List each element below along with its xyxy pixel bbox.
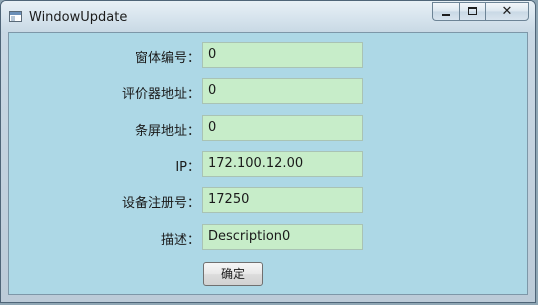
description-label: 描述： (160, 233, 200, 248)
form-row-led-screen-address: 条屏地址： 0 (9, 115, 527, 141)
window-id-input[interactable]: 0 (202, 42, 363, 68)
maximize-icon (468, 7, 477, 15)
window-id-label: 窗体编号： (134, 51, 200, 66)
window-app-icon (9, 11, 22, 22)
form-row-evaluator-address: 评价器地址： 0 (9, 78, 527, 104)
form-panel: 窗体编号： 0 评价器地址： 0 条屏地址： 0 IP： 172.100.12.… (8, 32, 528, 295)
close-button[interactable]: ✕ (485, 2, 529, 21)
led-screen-address-label: 条屏地址： (134, 124, 200, 139)
ip-input[interactable]: 172.100.12.00 (202, 151, 363, 177)
led-screen-address-input[interactable]: 0 (202, 115, 363, 141)
window: WindowUpdate ✕ 窗体编号： 0 评价器地址： 0 条屏地址： 0 (0, 0, 536, 303)
form-row-description: 描述： Description0 (9, 224, 527, 250)
device-registration-label: 设备注册号： (121, 196, 200, 211)
close-icon: ✕ (501, 4, 513, 19)
minimize-button[interactable] (432, 2, 459, 21)
ip-label: IP： (175, 160, 200, 175)
ok-button[interactable]: 确定 (203, 262, 263, 286)
description-input[interactable]: Description0 (202, 224, 363, 250)
evaluator-address-input[interactable]: 0 (202, 78, 363, 104)
form-row-ip: IP： 172.100.12.00 (9, 151, 527, 177)
form-row-device-registration: 设备注册号： 17250 (9, 187, 527, 213)
maximize-button[interactable] (459, 2, 485, 21)
form-row-window-id: 窗体编号： 0 (9, 42, 527, 68)
title-bar[interactable]: WindowUpdate ✕ (1, 1, 535, 33)
evaluator-address-label: 评价器地址： (121, 87, 200, 102)
minimize-icon (442, 14, 450, 16)
device-registration-input[interactable]: 17250 (202, 187, 363, 213)
window-controls: ✕ (432, 2, 529, 22)
window-title: WindowUpdate (29, 10, 128, 25)
